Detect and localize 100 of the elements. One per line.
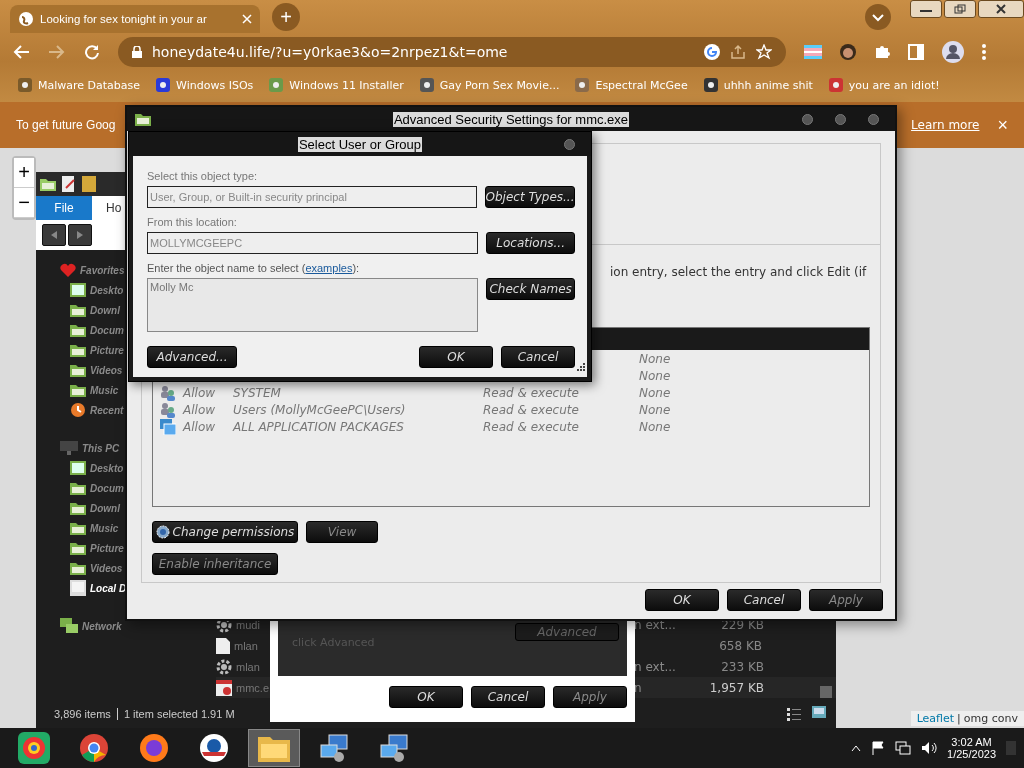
caret-icon[interactable] (851, 744, 862, 752)
nav-item[interactable]: Videos (70, 558, 123, 578)
new-tab-button[interactable]: + (272, 3, 300, 31)
bookmark-link[interactable]: you are an idiot! (828, 78, 940, 92)
details-view-icon[interactable] (786, 706, 802, 722)
clock[interactable]: 3:02 AM 1/25/2023 (947, 736, 996, 760)
advanced-button[interactable]: Advanced (515, 623, 619, 641)
network-monitor-icon[interactable] (379, 733, 409, 763)
nav-item[interactable]: Music (70, 380, 119, 400)
dialog-button[interactable]: OK (389, 686, 463, 708)
restore-button[interactable] (944, 0, 976, 18)
locations-button[interactable]: Locations... (486, 232, 575, 254)
view-button[interactable]: View (306, 521, 378, 543)
profile-icon[interactable] (942, 41, 964, 63)
nav-item[interactable]: Recent (70, 400, 124, 420)
back-button[interactable] (42, 224, 66, 246)
ribbon-tab[interactable]: File (36, 196, 92, 220)
volume-icon[interactable] (921, 741, 938, 755)
cancel-button[interactable]: Cancel (501, 346, 575, 368)
nav-item[interactable]: Deskto (70, 280, 124, 300)
start-icon[interactable] (18, 732, 50, 764)
google-icon[interactable] (704, 44, 720, 60)
nav-item[interactable]: Videos (70, 360, 123, 380)
type-cell-text: Allow (183, 402, 217, 417)
network-monitor-icon[interactable] (319, 733, 349, 763)
browser-icon[interactable] (79, 733, 109, 763)
close-button[interactable] (564, 138, 575, 150)
examples-link[interactable]: examples (305, 262, 353, 274)
nav-item[interactable]: Docum (70, 478, 124, 498)
bookmark-link[interactable]: Espectral McGee (575, 78, 688, 92)
sidebar-icon[interactable] (908, 44, 924, 60)
bookmark-link[interactable]: Gay Porn Sex Movie... (419, 78, 560, 92)
nav-item[interactable]: Music (70, 518, 119, 538)
bookmark-link[interactable]: uhhh anime shit (703, 78, 813, 92)
nav-item[interactable]: Downl (70, 498, 120, 518)
check-names-button[interactable]: Check Names (486, 278, 575, 300)
thumbnail-view-icon[interactable] (812, 706, 826, 718)
access-cell-text: Read & execute (483, 419, 580, 434)
back-icon[interactable] (12, 44, 30, 60)
inherited-cell-text: None (639, 368, 672, 383)
reload-icon[interactable] (84, 44, 100, 60)
object-type-field[interactable]: User, Group, or Built-in security principal (147, 186, 477, 208)
nav-item[interactable]: Downl (70, 300, 120, 320)
dialog-button[interactable]: OK (645, 589, 719, 611)
location-field[interactable]: MOLLYMCGEEPC (147, 232, 479, 254)
zoom-in-button[interactable]: + (14, 158, 34, 188)
folder-icon[interactable] (258, 734, 290, 762)
close-button[interactable] (978, 0, 1024, 18)
firefox-icon[interactable] (139, 733, 169, 763)
resize-grip-icon[interactable] (577, 363, 585, 371)
file-name[interactable]: mmc.e (236, 681, 272, 694)
inherited-cell-text: None (639, 385, 672, 400)
nav-item[interactable]: Network (60, 616, 122, 636)
close-button[interactable]: × (997, 114, 1008, 136)
star-icon[interactable] (756, 44, 772, 60)
nav-item[interactable]: Picture (70, 538, 124, 558)
menu-icon[interactable] (982, 44, 986, 60)
object-types-button[interactable]: Object Types... (485, 186, 575, 208)
leaflet-link[interactable]: Leaflet (916, 712, 955, 725)
file-name[interactable]: mlan (236, 660, 272, 673)
learn-more-link[interactable]: Learn more (911, 118, 980, 132)
circle-logo-icon[interactable] (199, 733, 229, 763)
flag-icon[interactable] (871, 741, 886, 755)
bookmark-link[interactable]: Windows 11 Installer (269, 78, 404, 92)
dialog-button[interactable]: Cancel (471, 686, 545, 708)
desktop-icon (70, 461, 86, 475)
folder-icon (70, 481, 86, 495)
minimize-button[interactable] (802, 113, 813, 125)
nav-item[interactable]: Deskto (70, 458, 124, 478)
advanced-button[interactable]: Advanced... (147, 346, 237, 368)
nav-item[interactable]: Favorites (60, 260, 125, 280)
nav-item[interactable]: Picture (70, 340, 124, 360)
close-button[interactable] (868, 113, 879, 125)
address-bar[interactable]: honeydate4u.life/?u=y0rkae3&o=2nrpez1&t=ome (118, 37, 786, 67)
dialog-button[interactable]: Cancel (727, 589, 801, 611)
tab-search-icon[interactable] (864, 3, 892, 31)
forward-button[interactable] (68, 224, 92, 246)
principal-cell-text: ALL APPLICATION PACKAGES (233, 419, 405, 434)
dialog-button[interactable]: Apply (553, 686, 627, 708)
bookmark-link[interactable]: Malware Database (18, 78, 141, 92)
maximize-button[interactable] (835, 113, 846, 125)
close-icon[interactable] (242, 14, 252, 24)
nav-item[interactable]: Docum (70, 320, 124, 340)
type-cell-text: Allow (183, 419, 217, 434)
file-name[interactable]: mudi (236, 618, 272, 631)
bookmark-link[interactable]: Windows ISOs (156, 78, 254, 92)
enable-inheritance-button[interactable]: Enable inheritance (152, 553, 278, 575)
network-icon[interactable] (895, 741, 912, 755)
properties-icon[interactable] (62, 176, 76, 192)
file-name[interactable]: mlan (234, 639, 270, 652)
share-icon[interactable] (730, 44, 746, 60)
avatar-extension-icon[interactable] (840, 44, 856, 60)
change-permissions-button[interactable]: Change permissions (152, 521, 298, 543)
minimize-button[interactable] (910, 0, 942, 18)
object-name-field[interactable]: Molly Mc (147, 278, 479, 332)
nav-item[interactable]: This PC (60, 438, 120, 458)
location-label: From this location: (147, 216, 238, 228)
ok-button[interactable]: OK (419, 346, 493, 368)
browser-tab[interactable]: Looking for sex tonight in your ar (10, 5, 260, 33)
puzzle-icon[interactable] (874, 44, 890, 60)
